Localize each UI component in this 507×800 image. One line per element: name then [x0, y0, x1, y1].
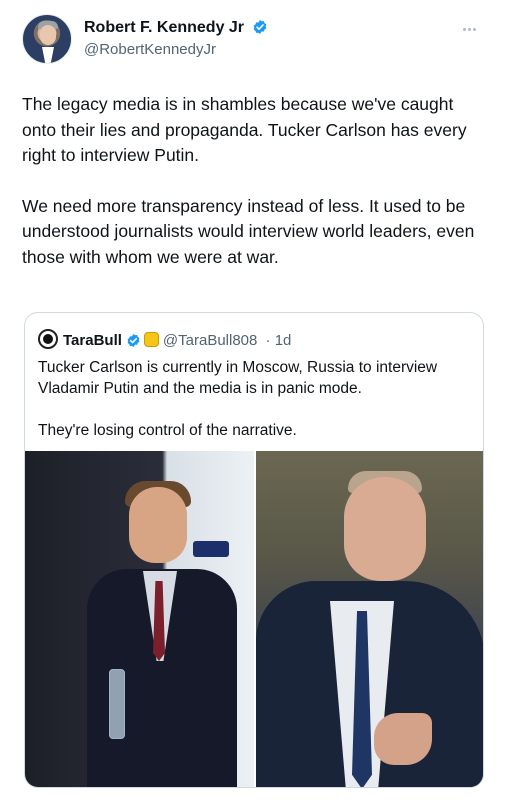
verified-badge-icon: [254, 20, 267, 34]
tweet-header: Robert F. Kennedy Jr @RobertKennedyJr: [22, 14, 487, 66]
quoted-author-handle[interactable]: @TaraBull808: [163, 332, 257, 349]
quoted-author-avatar[interactable]: [38, 329, 58, 349]
background-sign: [193, 541, 229, 557]
media-image-right[interactable]: [256, 451, 483, 787]
avatar-shirt: [42, 47, 54, 63]
quoted-media[interactable]: [25, 451, 483, 787]
quoted-tweet-body: Tucker Carlson is currently in Moscow, R…: [38, 357, 478, 462]
affiliate-badge-icon: [143, 332, 159, 347]
quoted-timestamp[interactable]: · 1d: [266, 332, 292, 349]
author-avatar[interactable]: [22, 14, 72, 64]
quoted-tweet[interactable]: TaraBull @TaraBull808 · 1d Tucker Carlso…: [24, 312, 484, 788]
tweet-paragraph: We need more transparency instead of les…: [22, 195, 475, 267]
author-name-block: Robert F. Kennedy Jr @RobertKennedyJr: [84, 18, 268, 59]
avatar-face: [40, 25, 56, 45]
tweet-body: The legacy media is in shambles because …: [22, 92, 490, 295]
quoted-paragraph: Tucker Carlson is currently in Moscow, R…: [38, 359, 438, 397]
media-image-left[interactable]: [25, 451, 254, 787]
author-handle[interactable]: @RobertKennedyJr: [84, 40, 268, 59]
quoted-author-display-name[interactable]: TaraBull: [63, 332, 122, 349]
figure-hand: [374, 713, 432, 765]
more-options-icon[interactable]: [463, 18, 485, 31]
quoted-tweet-header: TaraBull @TaraBull808 · 1d: [38, 329, 291, 349]
figure-head: [344, 477, 426, 581]
author-display-name[interactable]: Robert F. Kennedy Jr: [84, 18, 244, 38]
figure-head: [129, 487, 187, 563]
water-bottle: [109, 669, 125, 739]
quoted-paragraph: They're losing control of the narrative.: [38, 422, 297, 439]
tweet-paragraph: The legacy media is in shambles because …: [22, 94, 467, 165]
verified-badge-icon: [127, 333, 140, 348]
